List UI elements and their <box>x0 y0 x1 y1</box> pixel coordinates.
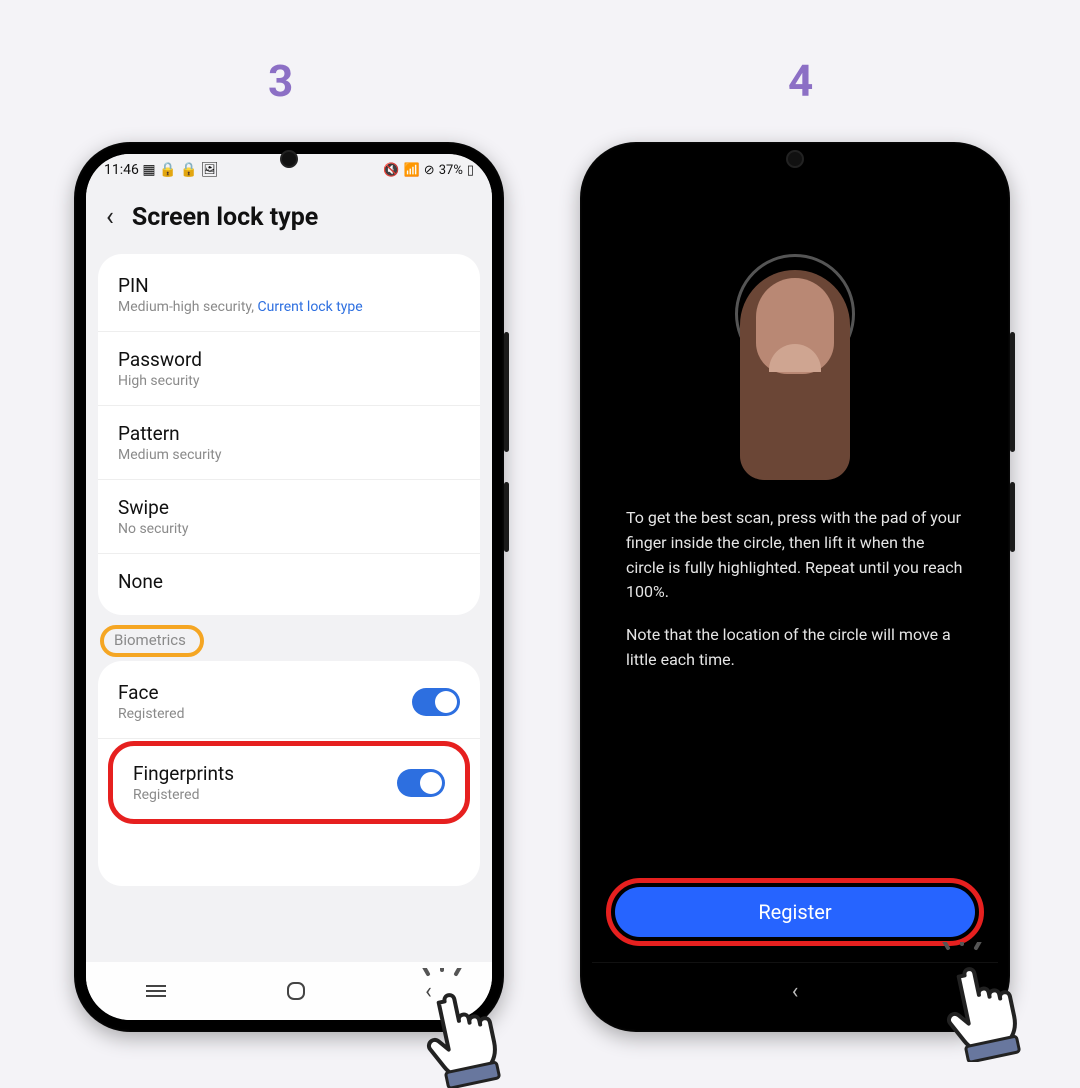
tap-hand-icon <box>928 942 1048 1062</box>
lock-type-swipe[interactable]: Swipe No security <box>98 480 480 554</box>
biometric-fingerprints[interactable]: Fingerprints Registered <box>113 746 465 819</box>
nav-back-button[interactable]: ‹ <box>792 979 799 1004</box>
biometric-face[interactable]: Face Registered <box>98 665 480 739</box>
face-toggle[interactable] <box>412 688 460 716</box>
row-title: None <box>118 570 460 593</box>
power-button <box>504 482 509 552</box>
row-subtitle: No security <box>118 521 460 537</box>
fingerprints-highlight: Fingerprints Registered <box>108 741 470 824</box>
mute-icon: 🔇 <box>383 163 399 178</box>
volume-button <box>504 332 509 452</box>
row-subtitle: Medium-high security, Current lock type <box>118 299 460 315</box>
thumbnail-illustration <box>756 278 834 374</box>
page-header: ‹ Screen lock type <box>86 186 492 254</box>
row-subtitle: Registered <box>118 706 184 722</box>
status-bar: 11:46 ▦ 🔒 🔒 🖼 🔇 📶 ⊘ 37% ▯ <box>86 154 492 186</box>
row-title: Password <box>118 348 460 371</box>
biometrics-section-label: Biometrics <box>100 625 204 657</box>
tap-hand-icon <box>408 968 528 1088</box>
battery-icon: ▯ <box>467 163 474 178</box>
volume-button <box>1010 332 1015 452</box>
fingerprint-instructions: To get the best scan, press with the pad… <box>592 506 998 691</box>
fingerprint-graphic <box>718 254 873 484</box>
lock-type-pin[interactable]: PIN Medium-high security, Current lock t… <box>98 258 480 332</box>
current-lock-type-link: Current lock type <box>258 299 363 315</box>
row-title: PIN <box>118 274 460 297</box>
row-subtitle: Registered <box>133 787 234 803</box>
step-number-3: 3 <box>268 55 293 107</box>
calendar-icon: ▦ <box>142 162 155 178</box>
instruction-para-1: To get the best scan, press with the pad… <box>626 506 964 605</box>
no-signal-icon: ⊘ <box>424 163 435 178</box>
status-time: 11:46 ▦ 🔒 🔒 🖼 <box>104 162 219 178</box>
back-button[interactable]: ‹ <box>100 200 120 234</box>
battery-text: 37% <box>439 163 463 178</box>
row-subtitle: High security <box>118 373 460 389</box>
register-button[interactable]: Register <box>615 887 975 937</box>
row-title: Fingerprints <box>133 762 234 785</box>
lunula-illustration <box>769 344 821 372</box>
screen-lock-type-screen: 11:46 ▦ 🔒 🔒 🖼 🔇 📶 ⊘ 37% ▯ ‹ Screen lock … <box>86 154 492 1020</box>
fingerprint-register-screen: To get the best scan, press with the pad… <box>592 154 998 1020</box>
phone-mockup-right: To get the best scan, press with the pad… <box>580 142 1010 1032</box>
wifi-icon: 📶 <box>404 163 420 178</box>
row-subtitle: Medium security <box>118 447 460 463</box>
gallery-icon: 🖼 <box>201 162 219 178</box>
phone-mockup-left: 11:46 ▦ 🔒 🔒 🖼 🔇 📶 ⊘ 37% ▯ ‹ Screen lock … <box>74 142 504 1032</box>
instruction-para-2: Note that the location of the circle wil… <box>626 623 964 673</box>
row-title: Swipe <box>118 496 460 519</box>
lock-type-password[interactable]: Password High security <box>98 332 480 406</box>
status-right: 🔇 📶 ⊘ 37% ▯ <box>383 163 474 178</box>
nav-recent-button[interactable] <box>146 990 166 992</box>
keyhole-icon-2: 🔒 <box>180 162 197 178</box>
register-button-highlight: Register <box>606 878 984 946</box>
power-button <box>1010 482 1015 552</box>
lock-type-none[interactable]: None <box>98 554 480 611</box>
nav-home-button[interactable] <box>287 982 305 1000</box>
thumb-illustration <box>740 270 850 480</box>
row-title: Face <box>118 681 184 704</box>
lock-types-card: PIN Medium-high security, Current lock t… <box>98 254 480 615</box>
page-title: Screen lock type <box>132 203 319 232</box>
lock-type-pattern[interactable]: Pattern Medium security <box>98 406 480 480</box>
fingerprints-toggle[interactable] <box>397 769 445 797</box>
biometrics-card: Face Registered Fingerprints Registered <box>98 661 480 886</box>
keyhole-icon: 🔒 <box>159 162 176 178</box>
step-number-4: 4 <box>788 55 813 107</box>
row-title: Pattern <box>118 422 460 445</box>
